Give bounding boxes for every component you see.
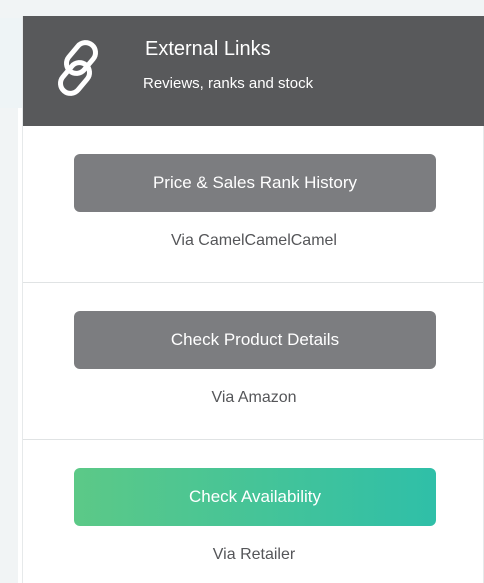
check-availability-button[interactable]: Check Availability — [74, 468, 436, 526]
header-subtitle: Reviews, ranks and stock — [143, 75, 314, 92]
card-header: External Links Reviews, ranks and stock — [23, 16, 484, 126]
page: External Links Reviews, ranks and stock … — [0, 0, 484, 583]
via-retailer: Via Retailer — [212, 546, 296, 563]
via-camelcamelcamel: Via CamelCamelCamel — [171, 232, 337, 249]
link-section-product-details: Check Product Details Via Amazon — [23, 283, 484, 440]
check-product-details-button[interactable]: Check Product Details — [74, 311, 436, 369]
link-section-availability: Check Availability Via Retailer — [23, 440, 484, 580]
link-icon — [58, 40, 98, 96]
link-section-price-history: Price & Sales Rank History Via CamelCame… — [23, 126, 484, 283]
external-links-card: External Links Reviews, ranks and stock … — [22, 16, 484, 583]
price-sales-rank-history-button[interactable]: Price & Sales Rank History — [74, 154, 436, 212]
header-title: External Links — [145, 38, 271, 60]
via-amazon: Via Amazon — [211, 389, 297, 406]
